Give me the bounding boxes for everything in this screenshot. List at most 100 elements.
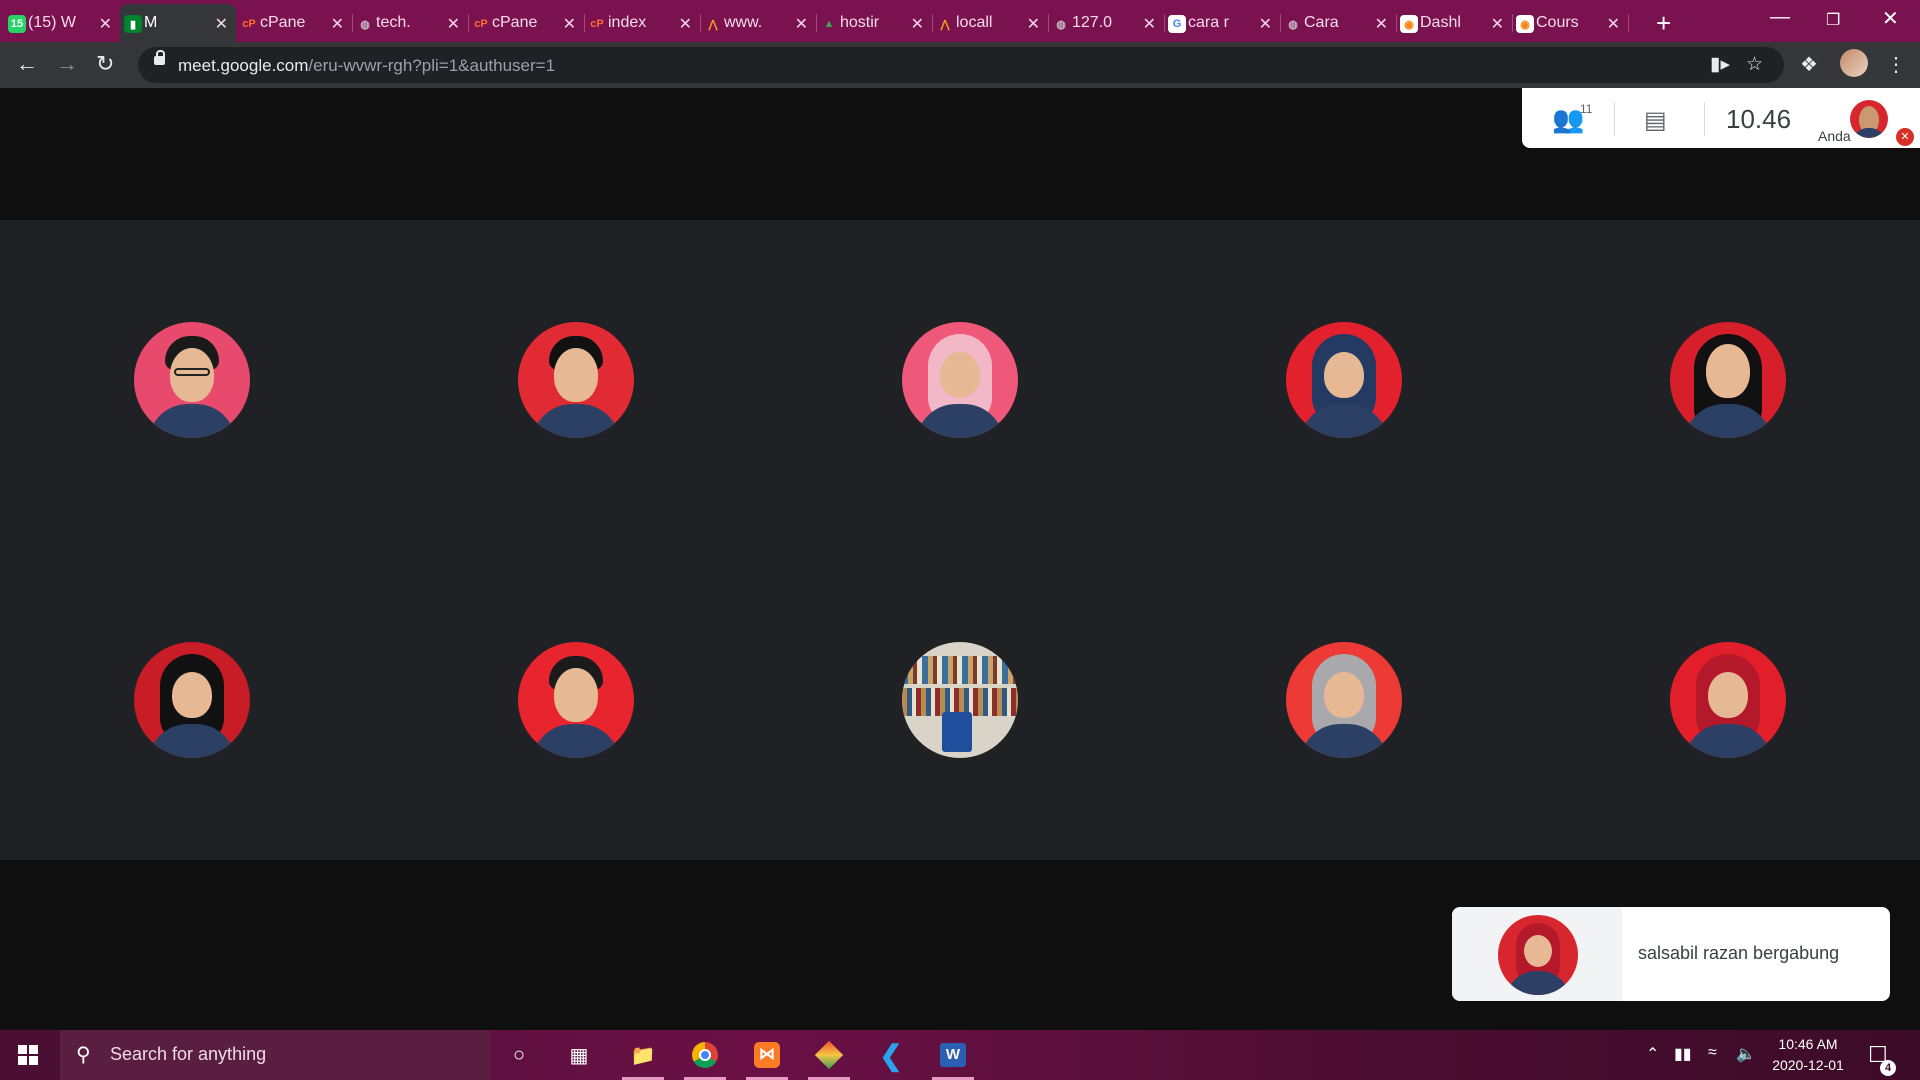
globe-icon: ◍ [1288, 18, 1298, 31]
google-icon: G [1168, 15, 1186, 33]
extensions-puzzle-icon[interactable]: ❖ [1800, 52, 1818, 77]
participant-avatar[interactable] [902, 642, 1018, 758]
participant-avatar[interactable] [518, 642, 634, 758]
url-path: /eru-wvwr-rgh?pli=1&authuser=1 [308, 56, 556, 75]
browser-tab[interactable]: ⋀ locall ✕ [932, 4, 1048, 42]
participant-count: 11 [1580, 102, 1593, 116]
url-text[interactable]: meet.google.com/eru-wvwr-rgh?pli=1&authu… [178, 56, 555, 76]
tab-close-icon[interactable]: ✕ [99, 14, 112, 34]
cortana-circle-icon[interactable]: ○ [494, 1030, 544, 1080]
bookmark-star-icon[interactable]: ☆ [1746, 53, 1763, 76]
self-avatar[interactable] [1850, 100, 1888, 138]
forward-arrow-icon[interactable]: → [56, 51, 78, 77]
notification-count-badge: 4 [1880, 1060, 1896, 1076]
tray-chevron-up-icon[interactable]: ⌃ [1646, 1044, 1659, 1064]
chrome-icon[interactable] [680, 1030, 730, 1080]
git-icon[interactable] [804, 1030, 854, 1080]
participant-avatar[interactable] [1286, 642, 1402, 758]
battery-icon[interactable]: ▮▮ [1674, 1044, 1692, 1064]
cpanel-icon: cP [242, 18, 256, 30]
moodle-icon: ◉ [1516, 15, 1534, 33]
phpmyadmin-icon: ⋀ [708, 18, 718, 31]
browser-tab[interactable]: cP cPane ✕ [468, 4, 584, 42]
participant-avatar[interactable] [134, 642, 250, 758]
participant-avatar[interactable] [1670, 322, 1786, 438]
lock-icon[interactable] [154, 50, 165, 65]
participant-avatar[interactable] [1286, 322, 1402, 438]
browser-tab[interactable]: ◍ tech. ✕ [352, 4, 468, 42]
browser-tab[interactable]: ◉ Cours ✕ [1512, 4, 1628, 42]
file-explorer-icon[interactable]: 📁 [618, 1030, 668, 1080]
notification-image-area [1452, 907, 1622, 1001]
volume-icon[interactable]: 🔈 [1736, 1044, 1756, 1064]
browser-tab[interactable]: cP index ✕ [584, 4, 700, 42]
chat-icon[interactable]: ▤ [1644, 106, 1667, 135]
join-notification: salsabil razan bergabung [1452, 907, 1890, 1001]
xampp-icon[interactable]: ⋈ [742, 1030, 792, 1080]
participant-avatar[interactable] [134, 322, 250, 438]
tab-close-icon[interactable]: ✕ [1607, 14, 1620, 34]
browser-tab[interactable]: 15 (15) W ✕ [4, 4, 120, 42]
tab-close-icon[interactable]: ✕ [331, 14, 344, 34]
tab-close-icon[interactable]: ✕ [1375, 14, 1388, 34]
browser-tab[interactable]: ⋀ www. ✕ [700, 4, 816, 42]
close-window-icon[interactable]: ✕ [1882, 6, 1899, 31]
minimize-icon[interactable]: — [1770, 6, 1790, 29]
camera-icon[interactable]: ▮▸ [1710, 53, 1730, 76]
browser-tab[interactable]: ◉ Dashl ✕ [1396, 4, 1512, 42]
notification-message: salsabil razan bergabung [1638, 943, 1840, 963]
taskbar-search[interactable]: ⚲ Search for anything [60, 1030, 490, 1080]
browser-toolbar: ← → ↻ meet.google.com/eru-wvwr-rgh?pli=1… [0, 42, 1920, 88]
globe-icon: ◍ [1056, 18, 1066, 31]
tab-close-icon[interactable]: ✕ [215, 14, 228, 34]
tab-close-icon[interactable]: ✕ [679, 14, 692, 34]
task-view-icon[interactable]: ▦ [554, 1030, 604, 1080]
whatsapp-icon: 15 [8, 15, 26, 33]
tab-close-icon[interactable]: ✕ [1143, 14, 1156, 34]
menu-kebab-icon[interactable]: ⋮ [1886, 52, 1906, 77]
participant-grid [0, 220, 1920, 860]
windows-start-icon[interactable] [18, 1045, 38, 1065]
browser-tab[interactable]: cP cPane ✕ [236, 4, 352, 42]
google-drive-icon: ▲ [823, 18, 835, 30]
taskbar-search-placeholder: Search for anything [110, 1044, 267, 1064]
tab-close-icon[interactable]: ✕ [1491, 14, 1504, 34]
restore-icon[interactable]: ❐ [1826, 10, 1840, 30]
notification-avatar [1498, 915, 1578, 995]
back-arrow-icon[interactable]: ← [16, 51, 38, 77]
tab-close-icon[interactable]: ✕ [447, 14, 460, 34]
clock-date: 2020-12-01 [1772, 1057, 1844, 1073]
reload-icon[interactable]: ↻ [96, 51, 114, 77]
taskbar-clock[interactable]: 10:46 AM 2020-12-01 [1764, 1034, 1852, 1076]
tab-close-icon[interactable]: ✕ [795, 14, 808, 34]
new-tab-plus-icon[interactable]: + [1656, 8, 1671, 39]
tab-separator [1628, 14, 1629, 32]
google-meet-icon: ▮ [124, 15, 142, 33]
tab-close-icon[interactable]: ✕ [563, 14, 576, 34]
moodle-icon: ◉ [1400, 15, 1418, 33]
meeting-time: 10.46 [1726, 104, 1792, 134]
windows-taskbar: ⚲ Search for anything ○ ▦ 📁 ⋈ ❮ W ⌃ ▮▮ ≈… [0, 1030, 1920, 1080]
search-icon: ⚲ [76, 1044, 91, 1066]
browser-tab[interactable]: ▲ hostir ✕ [816, 4, 932, 42]
word-icon[interactable]: W [928, 1030, 978, 1080]
cpanel-icon: cP [590, 18, 604, 30]
cpanel-icon: cP [474, 18, 488, 30]
browser-tab[interactable]: ◍ 127.0 ✕ [1048, 4, 1164, 42]
participant-avatar[interactable] [902, 322, 1018, 438]
tab-close-icon[interactable]: ✕ [1027, 14, 1040, 34]
tab-close-icon[interactable]: ✕ [1259, 14, 1272, 34]
browser-tab[interactable]: Gcara r ✕ [1164, 4, 1280, 42]
vscode-icon[interactable]: ❮ [866, 1030, 916, 1080]
participant-avatar[interactable] [518, 322, 634, 438]
wifi-icon[interactable]: ≈ [1708, 1044, 1717, 1062]
address-bar[interactable]: meet.google.com/eru-wvwr-rgh?pli=1&authu… [138, 47, 1784, 83]
divider [1614, 102, 1615, 136]
tab-close-icon[interactable]: ✕ [911, 14, 924, 34]
self-label: Anda [1818, 128, 1851, 144]
browser-tab-strip: 15 (15) W ✕ ▮ M ✕ cP cPane ✕ ◍ tech. ✕ cP cPane ✕ cP ind… [0, 0, 1920, 42]
participant-avatar[interactable] [1670, 642, 1786, 758]
browser-tab[interactable]: ▮ M ✕ [120, 4, 236, 42]
profile-avatar[interactable] [1840, 49, 1868, 77]
browser-tab[interactable]: ◍ Cara ✕ [1280, 4, 1396, 42]
